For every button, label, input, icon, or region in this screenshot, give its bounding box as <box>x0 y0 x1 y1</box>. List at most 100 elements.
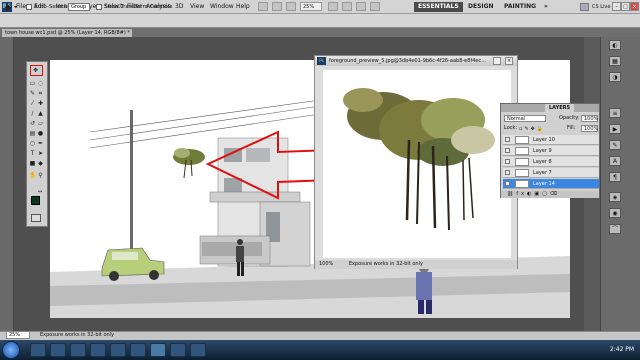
rotate-view-icon[interactable] <box>342 2 352 11</box>
marquee-tool-icon[interactable]: ▭ <box>29 80 36 87</box>
bridge-icon[interactable] <box>258 2 268 11</box>
floating-document-title[interactable]: foreground_preview_5.jpg@3db4e01-9b6c-4f… <box>315 56 517 66</box>
document-tab[interactable]: town house wc1.psd @ 25% (Layer 14, RGB/… <box>2 29 132 37</box>
3d-rotate-tool-icon[interactable]: ◆ <box>37 160 44 167</box>
character-panel-icon[interactable]: A <box>609 156 621 166</box>
maximize-icon[interactable]: □ <box>621 2 630 11</box>
auto-select-mode-select[interactable]: Group <box>68 3 90 11</box>
workspace-essentials[interactable]: ESSENTIALS <box>414 2 463 12</box>
eraser-tool-icon[interactable]: ▱ <box>37 120 44 127</box>
gradient-tool-icon[interactable]: ▤ <box>29 130 36 137</box>
visibility-toggle-icon[interactable] <box>505 159 510 164</box>
menu-view[interactable]: View <box>190 2 204 12</box>
taskbar-chrome-icon[interactable] <box>90 343 106 357</box>
foreground-color-swatch[interactable] <box>31 196 40 205</box>
lock-icons[interactable]: ▫✎✥🔒 <box>519 126 549 132</box>
taskbar-photoshop-icon[interactable] <box>150 343 166 357</box>
minimize-icon[interactable]: – <box>612 2 621 11</box>
visibility-toggle-icon[interactable] <box>505 181 510 186</box>
brushes-panel-icon[interactable]: ✎ <box>609 140 621 150</box>
visibility-toggle-icon[interactable] <box>505 137 510 142</box>
layers-panel-footer-icons[interactable]: ⛓fx◐▣▢⌫ <box>501 191 599 198</box>
cs-live-button[interactable]: CS Live <box>592 2 610 12</box>
floating-document-zoom[interactable]: 100% <box>319 261 333 267</box>
taskbar-clock[interactable]: 2:42 PM <box>604 340 640 360</box>
panel-dock <box>600 37 640 339</box>
path-selection-tool-icon[interactable]: ➤ <box>37 150 44 157</box>
type-tool-icon[interactable]: T <box>29 150 36 157</box>
swatches-panel-icon[interactable]: ▦ <box>609 56 621 66</box>
doc2-close-icon[interactable]: × <box>505 57 513 65</box>
blend-mode-select[interactable]: Normal <box>504 115 546 122</box>
auto-select-checkbox[interactable] <box>26 4 32 10</box>
fill-label: Fill: <box>567 125 576 131</box>
visibility-toggle-icon[interactable] <box>505 148 510 153</box>
color-panel-icon[interactable]: ◐ <box>609 40 621 50</box>
menu-help[interactable]: Help <box>236 2 250 12</box>
arrange-documents-icon[interactable] <box>356 2 366 11</box>
layers-panel-icon[interactable]: ◈ <box>609 192 621 202</box>
workspace-painting[interactable]: PAINTING <box>500 2 540 12</box>
taskbar-app-icon[interactable] <box>110 343 126 357</box>
actions-panel-icon[interactable]: ▶ <box>609 124 621 134</box>
close-icon[interactable]: × <box>630 2 639 11</box>
taskbar-app-icon[interactable] <box>170 343 186 357</box>
history-panel-icon[interactable]: ≡ <box>609 108 621 118</box>
crop-tool-icon[interactable]: ⌗ <box>37 90 44 97</box>
layer-row[interactable]: Layer 7 <box>503 168 599 178</box>
extras-icon[interactable] <box>286 2 296 11</box>
photoshop-window: PS File Edit Image Layer Select Filter A… <box>0 0 640 360</box>
layer-name: Layer 8 <box>533 159 552 165</box>
start-button[interactable] <box>2 341 20 359</box>
zoom-tool-icon[interactable]: ⚲ <box>37 172 44 179</box>
floating-document-status: 100% Exposure works in 32-bit only <box>315 260 517 269</box>
fill-input[interactable]: 100% <box>581 125 598 132</box>
layer-row[interactable]: Layer 9 <box>503 146 599 156</box>
blur-tool-icon[interactable]: ● <box>37 130 44 137</box>
doc2-minimize-icon[interactable] <box>493 57 501 65</box>
taskbar-app-icon[interactable] <box>190 343 206 357</box>
paths-panel-icon[interactable]: ⌒ <box>609 224 621 234</box>
layer-thumbnail <box>515 169 529 177</box>
show-transform-controls-checkbox[interactable] <box>96 4 102 10</box>
taskbar-app-icon[interactable] <box>130 343 146 357</box>
hand-tool-icon[interactable]: ✋ <box>29 172 36 179</box>
tree-image-canvas[interactable] <box>323 70 511 258</box>
lasso-tool-icon[interactable]: ◌ <box>37 80 44 87</box>
hand-view-icon[interactable] <box>328 2 338 11</box>
status-zoom-field[interactable]: 25% <box>6 331 30 339</box>
adjustments-panel-icon[interactable]: ◑ <box>609 72 621 82</box>
layer-row[interactable]: Layer 10 <box>503 135 599 145</box>
workspace-more[interactable]: » <box>540 2 552 12</box>
swap-colors-icon[interactable]: ↔ <box>38 190 44 195</box>
eyedropper-tool-icon[interactable]: ⁄ <box>29 100 36 107</box>
visibility-toggle-icon[interactable] <box>505 170 510 175</box>
taskbar-browser-icon[interactable] <box>70 343 86 357</box>
screen-mode-icon[interactable] <box>370 2 380 11</box>
move-tool-preset-icon[interactable] <box>4 2 18 12</box>
layers-tab[interactable]: LAYERS <box>545 104 575 112</box>
quick-select-tool-icon[interactable]: ✎ <box>29 90 36 97</box>
pen-tool-icon[interactable]: ✒ <box>37 140 44 147</box>
layer-row-selected[interactable]: Layer 14 <box>503 179 599 189</box>
shape-tool-icon[interactable]: ■ <box>29 160 36 167</box>
workspace-design[interactable]: DESIGN <box>464 2 498 12</box>
taskbar-explorer-icon[interactable] <box>30 343 46 357</box>
channels-panel-icon[interactable]: ◉ <box>609 208 621 218</box>
clone-stamp-tool-icon[interactable]: ▲ <box>37 110 44 117</box>
taskbar-media-icon[interactable] <box>50 343 66 357</box>
quick-mask-icon[interactable] <box>31 214 41 222</box>
menu-window[interactable]: Window <box>210 2 234 12</box>
healing-tool-icon[interactable]: ✚ <box>37 100 44 107</box>
dodge-tool-icon[interactable]: ○ <box>29 140 36 147</box>
brush-tool-icon[interactable]: ∕ <box>29 110 36 117</box>
minibridge-icon[interactable] <box>272 2 282 11</box>
paragraph-panel-icon[interactable]: ¶ <box>609 172 621 182</box>
floating-document-window: foreground_preview_5.jpg@3db4e01-9b6c-4f… <box>314 55 518 269</box>
options-bar <box>0 14 640 28</box>
zoom-level-select[interactable]: 25% <box>300 2 322 11</box>
opacity-input[interactable]: 100% <box>581 115 598 122</box>
menu-3d[interactable]: 3D <box>175 2 183 12</box>
layer-row[interactable]: Layer 8 <box>503 157 599 167</box>
history-brush-tool-icon[interactable]: ↺ <box>29 120 36 127</box>
